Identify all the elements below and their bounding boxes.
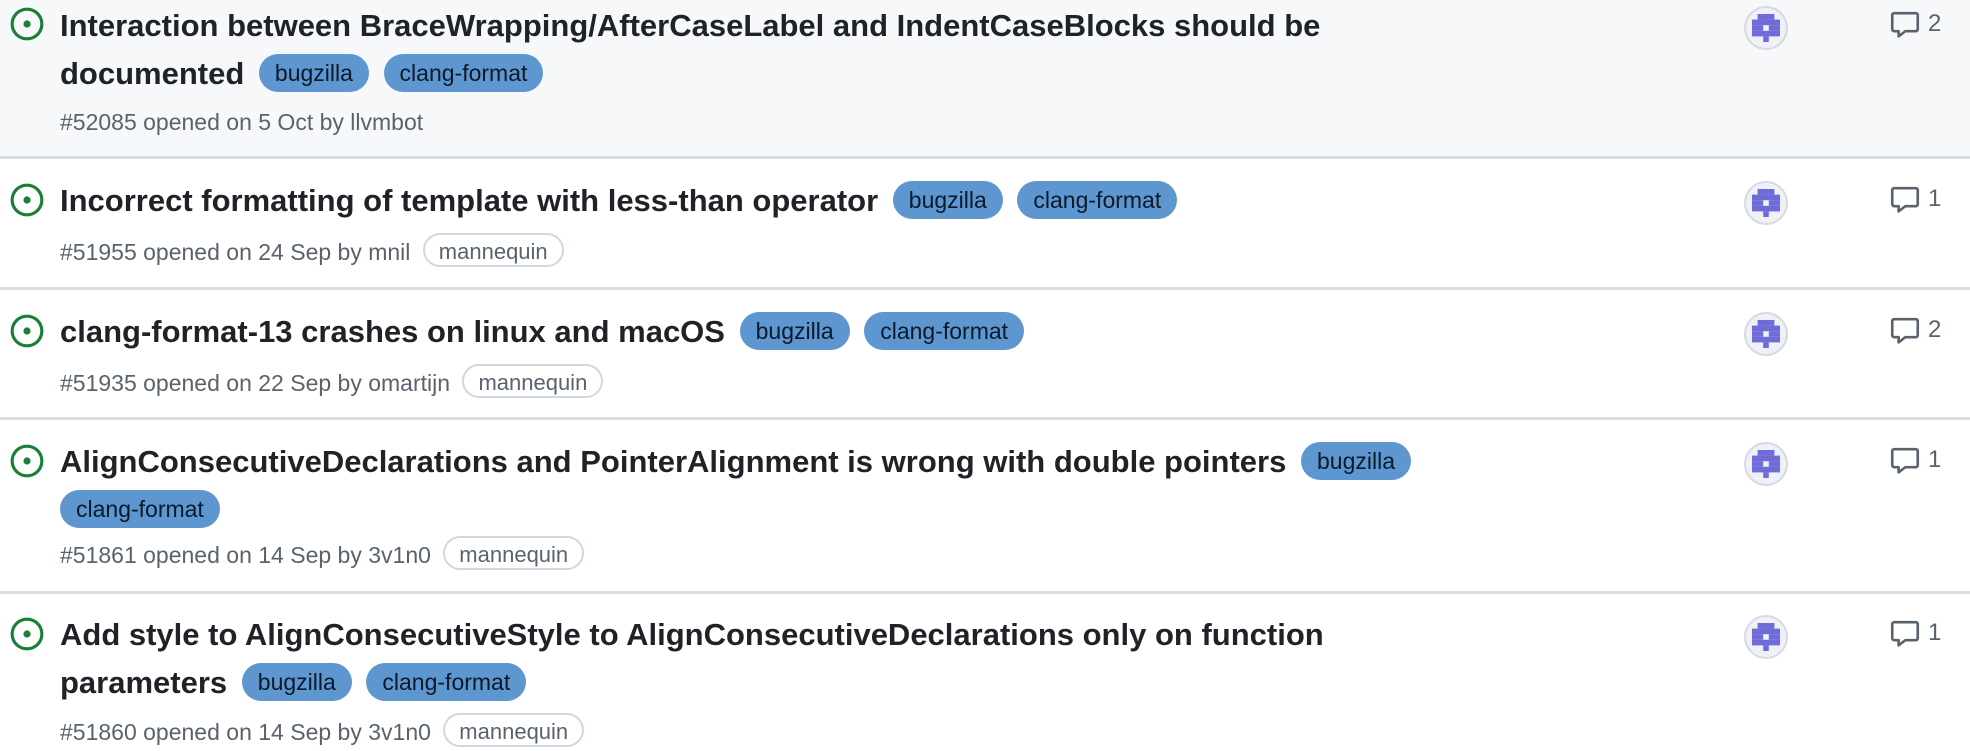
issue-number[interactable]: #51860 bbox=[60, 719, 137, 745]
identicon-avatar bbox=[1752, 189, 1780, 217]
issue-opened-text: opened on 14 Sep by bbox=[143, 542, 362, 568]
issue-opened-text: opened on 5 Oct by bbox=[143, 109, 344, 135]
comment-count: 2 bbox=[1928, 316, 1942, 343]
issue-number[interactable]: #51955 bbox=[60, 239, 137, 265]
comments-link[interactable]: 1 bbox=[1890, 444, 1941, 476]
mannequin-badge: mannequin bbox=[462, 364, 604, 398]
issue-list: Interaction between BraceWrapping/AfterC… bbox=[0, 0, 1970, 749]
issue-opened-text: opened on 22 Sep by bbox=[143, 370, 362, 396]
assignee-avatar[interactable] bbox=[1744, 312, 1788, 356]
issue-meta: #51861 opened on 14 Sep by 3v1n0 mannequ… bbox=[60, 536, 585, 574]
issue-meta: #52085 opened on 5 Oct by llvmbot bbox=[60, 103, 423, 141]
identicon-avatar bbox=[1752, 320, 1780, 348]
issue-author[interactable]: llvmbot bbox=[350, 109, 423, 135]
identicon-avatar bbox=[1752, 450, 1780, 478]
label-clang-format[interactable]: clang-format bbox=[366, 663, 527, 701]
comment-count: 1 bbox=[1928, 619, 1942, 646]
label-bugzilla[interactable]: bugzilla bbox=[258, 54, 369, 92]
assignee-avatar[interactable] bbox=[1744, 6, 1788, 50]
label-clang-format[interactable]: clang-format bbox=[383, 54, 544, 92]
issue-row[interactable]: Add style to AlignConsecutiveStyle to Al… bbox=[0, 594, 1970, 749]
comments-link[interactable]: 1 bbox=[1890, 183, 1941, 215]
assignee-avatar[interactable] bbox=[1744, 615, 1788, 659]
identicon-avatar bbox=[1752, 14, 1780, 42]
identicon-avatar bbox=[1752, 623, 1780, 651]
issue-title-link[interactable]: Interaction between BraceWrapping/AfterC… bbox=[60, 8, 1320, 43]
label-bugzilla[interactable]: bugzilla bbox=[1300, 442, 1411, 480]
issue-opened-icon bbox=[9, 6, 45, 42]
mannequin-badge: mannequin bbox=[422, 233, 564, 267]
issue-number[interactable]: #52085 bbox=[60, 109, 137, 135]
comment-count: 1 bbox=[1928, 185, 1942, 212]
issue-title-link[interactable]: Add style to AlignConsecutiveStyle to Al… bbox=[60, 617, 1324, 652]
issue-title-block: Interaction between BraceWrapping/AfterC… bbox=[60, 2, 1440, 98]
issue-row[interactable]: AlignConsecutiveDeclarations and Pointer… bbox=[0, 420, 1970, 594]
label-bugzilla[interactable]: bugzilla bbox=[739, 312, 850, 350]
issue-row[interactable]: clang-format-13 crashes on linux and mac… bbox=[0, 290, 1970, 420]
comments-link[interactable]: 2 bbox=[1890, 8, 1941, 40]
issue-number[interactable]: #51861 bbox=[60, 542, 137, 568]
issue-opened-icon bbox=[9, 616, 45, 652]
issue-opened-icon bbox=[9, 313, 45, 349]
comment-icon bbox=[1890, 445, 1920, 475]
issue-title-link[interactable]: Incorrect formatting of template with le… bbox=[60, 183, 878, 218]
mannequin-badge: mannequin bbox=[443, 536, 585, 570]
issue-meta: #51935 opened on 22 Sep by omartijn mann… bbox=[60, 364, 604, 402]
issue-meta: #51860 opened on 14 Sep by 3v1n0 mannequ… bbox=[60, 713, 585, 751]
issue-author[interactable]: 3v1n0 bbox=[368, 719, 431, 745]
issue-title-link[interactable]: clang-format-13 crashes on linux and mac… bbox=[60, 314, 725, 349]
issue-author[interactable]: mnil bbox=[368, 239, 410, 265]
issue-row[interactable]: Interaction between BraceWrapping/AfterC… bbox=[0, 0, 1970, 159]
comments-link[interactable]: 2 bbox=[1890, 314, 1941, 346]
assignee-avatar[interactable] bbox=[1744, 442, 1788, 486]
label-bugzilla[interactable]: bugzilla bbox=[892, 181, 1003, 219]
issue-title-block: clang-format-13 crashes on linux and mac… bbox=[60, 308, 1440, 356]
issue-opened-icon bbox=[9, 182, 45, 218]
issue-author[interactable]: 3v1n0 bbox=[368, 542, 431, 568]
issue-row[interactable]: Incorrect formatting of template with le… bbox=[0, 159, 1970, 290]
comments-link[interactable]: 1 bbox=[1890, 617, 1941, 649]
issue-title-link[interactable]: documented bbox=[60, 56, 244, 91]
label-clang-format[interactable]: clang-format bbox=[864, 312, 1025, 350]
mannequin-badge: mannequin bbox=[443, 713, 585, 747]
issue-opened-icon bbox=[9, 443, 45, 479]
assignee-avatar[interactable] bbox=[1744, 181, 1788, 225]
label-clang-format[interactable]: clang-format bbox=[60, 490, 220, 528]
issue-title-link[interactable]: AlignConsecutiveDeclarations and Pointer… bbox=[60, 444, 1286, 479]
issue-author[interactable]: omartijn bbox=[368, 370, 450, 396]
issue-title-block: Incorrect formatting of template with le… bbox=[60, 177, 1440, 225]
issue-meta: #51955 opened on 24 Sep by mnil mannequi… bbox=[60, 233, 564, 271]
label-bugzilla[interactable]: bugzilla bbox=[241, 663, 352, 701]
comment-count: 1 bbox=[1928, 446, 1942, 473]
comment-icon bbox=[1890, 9, 1920, 39]
comment-icon bbox=[1890, 315, 1920, 345]
issue-opened-text: opened on 24 Sep by bbox=[143, 239, 362, 265]
label-clang-format[interactable]: clang-format bbox=[1017, 181, 1178, 219]
issue-title-block: Add style to AlignConsecutiveStyle to Al… bbox=[60, 611, 1440, 707]
comment-icon bbox=[1890, 618, 1920, 648]
issue-title-link[interactable]: parameters bbox=[60, 665, 227, 700]
issue-opened-text: opened on 14 Sep by bbox=[143, 719, 362, 745]
issue-number[interactable]: #51935 bbox=[60, 370, 137, 396]
issue-title-block: AlignConsecutiveDeclarations and Pointer… bbox=[60, 438, 1440, 534]
comment-icon bbox=[1890, 184, 1920, 214]
comment-count: 2 bbox=[1928, 10, 1942, 37]
